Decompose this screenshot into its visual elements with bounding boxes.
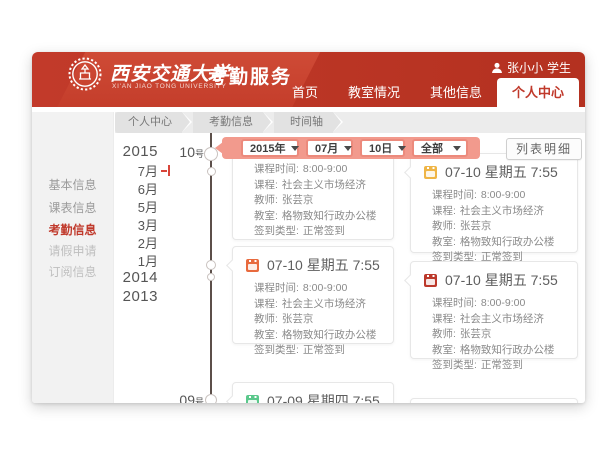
- period-january[interactable]: 1月: [92, 251, 158, 270]
- list-detail-button[interactable]: 列表明细: [506, 138, 582, 160]
- nav-classrooms[interactable]: 教室情况: [333, 78, 415, 107]
- period-2015[interactable]: 2015: [92, 143, 158, 160]
- screenshot-canvas: 西安交通大学 XI'AN JIAO TONG UNIVERSITY 考勤服务 张…: [0, 0, 600, 450]
- chevron-down-icon: [291, 146, 299, 151]
- period-2014[interactable]: 2014: [92, 269, 158, 286]
- timeline-node: [207, 167, 216, 176]
- card-field: 教师:张芸京: [432, 327, 569, 343]
- breadcrumb-timeline[interactable]: 时间轴: [274, 112, 333, 133]
- card-field: 课程时间:8:00-9:00: [254, 281, 385, 297]
- card-field: 教室:格物致知行政办公楼: [432, 343, 569, 359]
- period-june[interactable]: 6月: [92, 179, 158, 198]
- chevron-down-icon: [344, 146, 352, 151]
- chevron-down-icon: [453, 146, 461, 151]
- card-field: 课程:社会主义市场经济: [432, 312, 569, 328]
- type-dropdown[interactable]: 全部: [412, 139, 468, 157]
- period-2013[interactable]: 2013: [92, 288, 158, 305]
- main-nav: 首页 教室情况 其他信息 个人中心: [277, 78, 579, 107]
- calendar-icon: [424, 274, 437, 287]
- attendance-card: 07-10 星期五 7:55 课程时间:8:00-9:00 课程:社会主义市场经…: [410, 261, 578, 359]
- breadcrumb-attendance-info[interactable]: 考勤信息: [193, 112, 263, 133]
- card-title: 07-10 星期五 7:55: [267, 255, 380, 275]
- card-field: 课程:社会主义市场经济: [254, 178, 385, 194]
- card-field: 签到类型:正常签到: [432, 358, 569, 374]
- user-menu[interactable]: 张小小 学生: [491, 59, 571, 76]
- timeline-periods: 2015 7月 6月 5月 3月 2月 1月 2014 2013: [92, 52, 158, 403]
- university-logo-icon: [68, 57, 102, 91]
- card-field: 教师:张芸京: [254, 193, 385, 209]
- year-dropdown[interactable]: 2015年: [241, 139, 299, 157]
- day-label-10: 10号: [172, 144, 204, 162]
- attendance-card-stub: [410, 398, 578, 403]
- timeline-node: [207, 273, 215, 281]
- card-field: 教师:张芸京: [254, 312, 385, 328]
- breadcrumb: 个人中心 考勤信息 时间轴: [115, 112, 585, 133]
- card-title: 07-09 星期四 7:55: [267, 391, 380, 403]
- period-march[interactable]: 3月: [92, 215, 158, 234]
- attendance-card: 07-09 星期四 7:55: [232, 382, 394, 403]
- person-icon: [491, 62, 503, 74]
- filter-bar: 2015年 07月 10日 全部: [222, 137, 480, 159]
- nav-personal-center[interactable]: 个人中心: [497, 78, 579, 107]
- card-field: 教师:张芸京: [432, 219, 569, 235]
- card-field: 课程时间:8:00-9:00: [432, 296, 569, 312]
- attendance-card: 07-10 星期五 7:55 课程时间:8:00-9:00 课程:社会主义市场经…: [232, 246, 394, 344]
- month-dropdown[interactable]: 07月: [306, 139, 353, 157]
- card-header: 07-09 星期四 7:55: [233, 383, 393, 403]
- nav-home[interactable]: 首页: [277, 78, 333, 107]
- timeline-node: [205, 394, 217, 403]
- timeline-node: [206, 260, 216, 270]
- card-title: 07-10 星期五 7:55: [445, 162, 558, 182]
- card-field: 课程:社会主义市场经济: [254, 297, 385, 313]
- chevron-down-icon: [398, 146, 406, 151]
- calendar-icon: [246, 395, 259, 404]
- card-field: 签到类型:正常签到: [254, 224, 385, 240]
- day-dropdown[interactable]: 10日: [360, 139, 405, 157]
- period-may[interactable]: 5月: [92, 197, 158, 216]
- period-july[interactable]: 7月: [92, 161, 158, 180]
- card-field: 签到类型:正常签到: [254, 343, 385, 359]
- card-field: 课程:社会主义市场经济: [432, 204, 569, 220]
- user-role: 学生: [547, 59, 571, 76]
- day-label-09: 09号: [172, 392, 204, 403]
- card-title: 07-10 星期五 7:55: [445, 270, 558, 290]
- card-field: 课程时间:8:00-9:00: [432, 188, 569, 204]
- card-field: 教室:格物致知行政办公楼: [432, 235, 569, 251]
- card-field: 教室:格物致知行政办公楼: [254, 328, 385, 344]
- card-field: 教室:格物致知行政办公楼: [254, 209, 385, 225]
- current-month-marker: [161, 165, 170, 176]
- calendar-icon: [246, 259, 259, 272]
- nav-other-info[interactable]: 其他信息: [415, 78, 497, 107]
- card-field: 课程时间:8:00-9:00: [254, 162, 385, 178]
- attendance-card: 课程时间:8:00-9:00 课程:社会主义市场经济 教师:张芸京 教室:格物致…: [232, 152, 394, 240]
- period-february[interactable]: 2月: [92, 233, 158, 252]
- attendance-card: 07-10 星期五 7:55 课程时间:8:00-9:00 课程:社会主义市场经…: [410, 153, 578, 253]
- app-window: 西安交通大学 XI'AN JIAO TONG UNIVERSITY 考勤服务 张…: [32, 52, 585, 403]
- user-name: 张小小: [507, 59, 543, 76]
- card-header: 07-10 星期五 7:55: [411, 262, 577, 292]
- calendar-icon: [424, 166, 437, 179]
- card-header: 07-10 星期五 7:55: [233, 247, 393, 277]
